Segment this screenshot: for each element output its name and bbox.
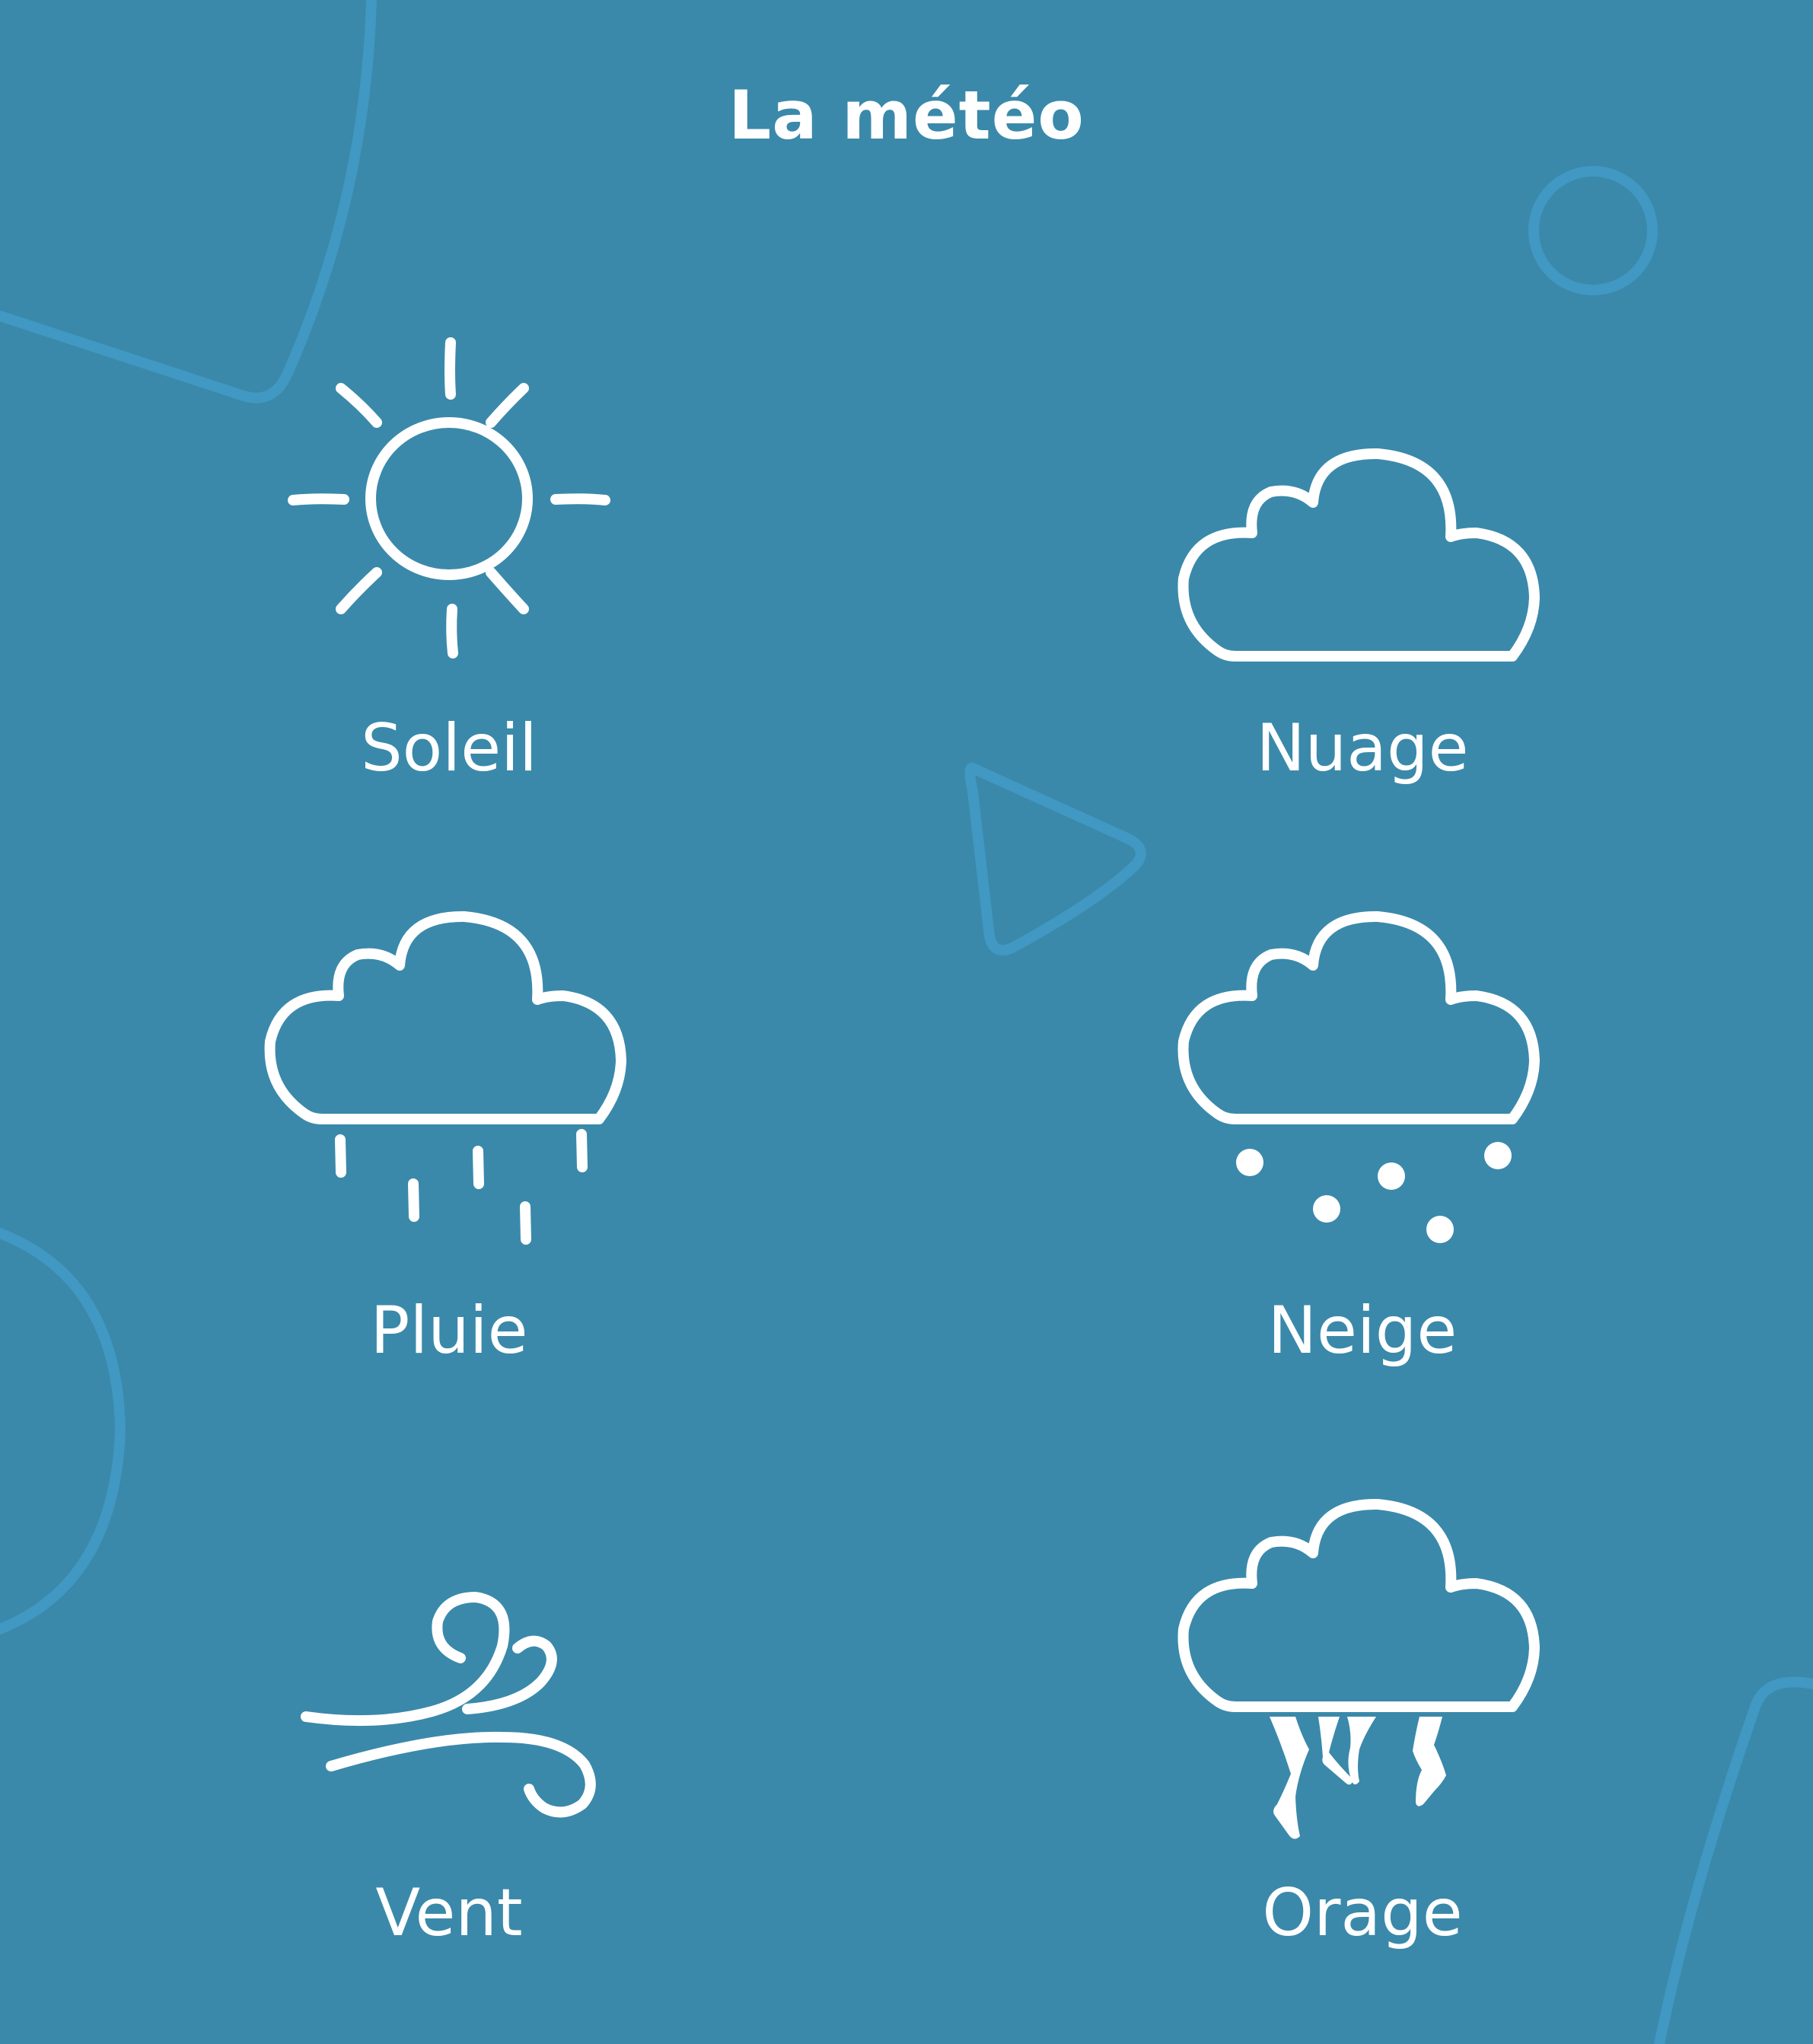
deco-ring-top-right	[1528, 166, 1658, 295]
weather-card-soleil: Soleil	[183, 305, 715, 868]
sun-icon	[288, 337, 610, 658]
deco-line-bottom-right	[1654, 1676, 1813, 2044]
snow-icon	[1177, 910, 1540, 1243]
weather-card-neige: Neige	[1096, 887, 1629, 1450]
deco-arc-left	[0, 1228, 126, 1634]
weather-label: Neige	[1267, 1293, 1458, 1369]
weather-label: Pluie	[370, 1293, 528, 1369]
storm-icon	[1177, 1498, 1540, 1839]
weather-label: Nuage	[1256, 710, 1469, 786]
weather-card-orage: Orage	[1096, 1469, 1629, 2033]
weather-label: Orage	[1262, 1875, 1463, 1951]
weather-card-vent: Vent	[183, 1469, 715, 2033]
weather-card-pluie: Pluie	[183, 887, 715, 1450]
cloud-icon	[1177, 448, 1540, 662]
wind-icon	[301, 1592, 596, 1818]
rain-icon	[264, 910, 626, 1245]
weather-label: Soleil	[361, 710, 537, 786]
page-title: La météo	[728, 76, 1085, 155]
weather-label: Vent	[375, 1875, 523, 1951]
weather-card-nuage: Nuage	[1096, 305, 1629, 868]
